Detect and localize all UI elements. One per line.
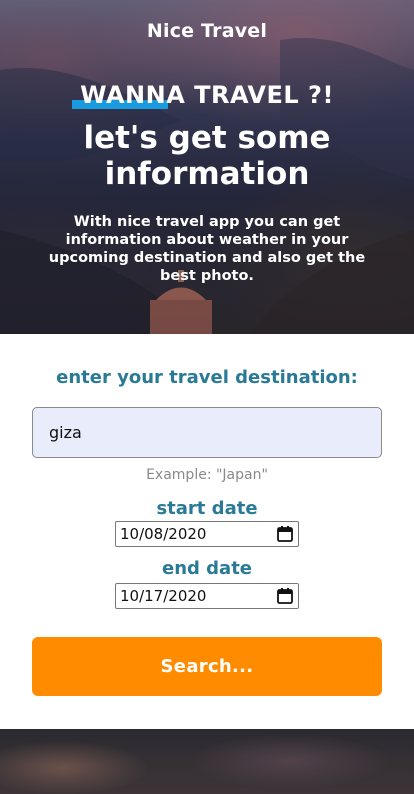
calendar-icon[interactable] <box>276 525 294 543</box>
footer-background-image <box>0 729 414 794</box>
example-hint: Example: "Japan" <box>146 467 268 483</box>
start-date-value: 10/08/2020 <box>120 525 207 543</box>
end-date-label: end date <box>161 558 253 579</box>
calendar-icon[interactable] <box>276 587 294 605</box>
form-title: enter your travel destination: <box>56 367 358 388</box>
end-date-input[interactable]: 10/17/2020 <box>115 583 299 609</box>
app-description: With nice travel app you can get informa… <box>48 214 366 284</box>
hero-background: Nice Travel WANNA TRAVEL ?! let's get so… <box>0 0 414 334</box>
subheadline: let's get some information <box>83 120 331 192</box>
search-button[interactable]: Search... <box>32 637 382 696</box>
start-date-label: start date <box>156 498 258 519</box>
end-date-value: 10/17/2020 <box>120 587 207 605</box>
destination-input[interactable] <box>32 407 382 458</box>
start-date-input[interactable]: 10/08/2020 <box>115 521 299 547</box>
app-brand-title: Nice Travel <box>146 20 268 42</box>
destination-form: enter your travel destination: Example: … <box>0 334 414 729</box>
headline: WANNA TRAVEL ?! <box>72 81 334 109</box>
headline-text: WANNA TRAVEL ?! <box>80 81 334 109</box>
